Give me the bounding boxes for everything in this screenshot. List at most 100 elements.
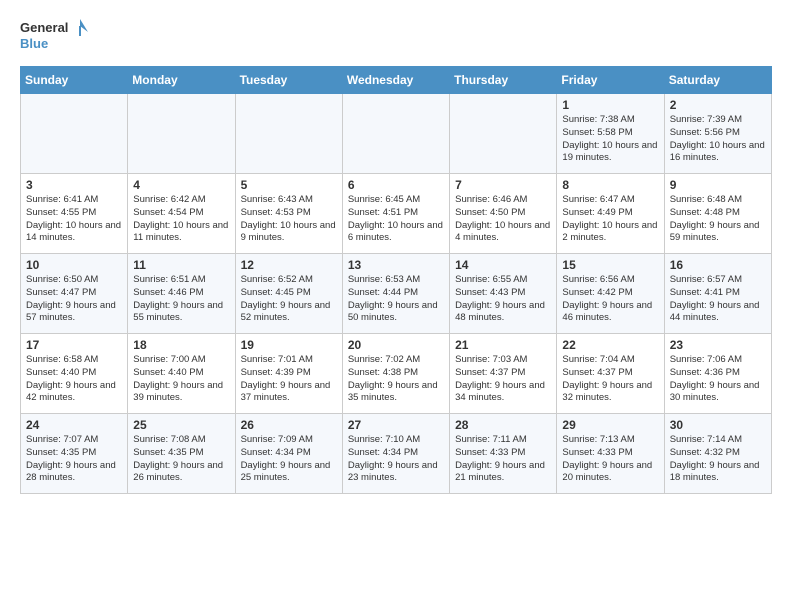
calendar-cell: 15 Sunrise: 6:56 AM Sunset: 4:42 PM Dayli… xyxy=(557,254,664,334)
calendar-cell: 23 Sunrise: 7:06 AM Sunset: 4:36 PM Dayli… xyxy=(664,334,771,414)
day-number: 22 xyxy=(562,338,658,352)
day-number: 26 xyxy=(241,418,337,432)
calendar-cell: 4 Sunrise: 6:42 AM Sunset: 4:54 PM Daylig… xyxy=(128,174,235,254)
day-info: Sunrise: 6:41 AM Sunset: 4:55 PM Dayligh… xyxy=(26,194,122,245)
calendar-cell: 30Sunrise: 7:14 AM Sunset: 4:32 PM Dayli… xyxy=(664,414,771,494)
day-number: 28 xyxy=(455,418,551,432)
calendar-cell: 1 Sunrise: 7:38 AM Sunset: 5:58 PM Daylig… xyxy=(557,94,664,174)
day-number: 11 xyxy=(133,258,229,272)
calendar-cell: 21 Sunrise: 7:03 AM Sunset: 4:37 PM Dayli… xyxy=(450,334,557,414)
day-number: 25 xyxy=(133,418,229,432)
day-info: Sunrise: 7:14 AM Sunset: 4:32 PM Dayligh… xyxy=(670,434,766,485)
calendar-cell: 5 Sunrise: 6:43 AM Sunset: 4:53 PM Daylig… xyxy=(235,174,342,254)
day-info: Sunrise: 7:02 AM Sunset: 4:38 PM Dayligh… xyxy=(348,354,444,405)
calendar-cell: 10Sunrise: 6:50 AM Sunset: 4:47 PM Dayli… xyxy=(21,254,128,334)
day-number: 5 xyxy=(241,178,337,192)
day-info: Sunrise: 6:57 AM Sunset: 4:41 PM Dayligh… xyxy=(670,274,766,325)
day-info: Sunrise: 6:42 AM Sunset: 4:54 PM Dayligh… xyxy=(133,194,229,245)
day-info: Sunrise: 6:56 AM Sunset: 4:42 PM Dayligh… xyxy=(562,274,658,325)
day-number: 19 xyxy=(241,338,337,352)
calendar-cell xyxy=(342,94,449,174)
day-number: 1 xyxy=(562,98,658,112)
calendar-week-row: 17 Sunrise: 6:58 AM Sunset: 4:40 PM Dayli… xyxy=(21,334,772,414)
day-number: 21 xyxy=(455,338,551,352)
logo-svg: General Blue xyxy=(20,16,90,58)
calendar-cell: 14Sunrise: 6:55 AM Sunset: 4:43 PM Dayli… xyxy=(450,254,557,334)
calendar-cell: 8Sunrise: 6:47 AM Sunset: 4:49 PM Daylig… xyxy=(557,174,664,254)
day-info: Sunrise: 7:13 AM Sunset: 4:33 PM Dayligh… xyxy=(562,434,658,485)
calendar-header-row: SundayMondayTuesdayWednesdayThursdayFrid… xyxy=(21,67,772,94)
day-info: Sunrise: 6:48 AM Sunset: 4:48 PM Dayligh… xyxy=(670,194,766,245)
day-number: 20 xyxy=(348,338,444,352)
calendar-cell: 18 Sunrise: 7:00 AM Sunset: 4:40 PM Dayli… xyxy=(128,334,235,414)
header-thursday: Thursday xyxy=(450,67,557,94)
day-info: Sunrise: 7:10 AM Sunset: 4:34 PM Dayligh… xyxy=(348,434,444,485)
calendar-week-row: 1 Sunrise: 7:38 AM Sunset: 5:58 PM Daylig… xyxy=(21,94,772,174)
day-info: Sunrise: 7:09 AM Sunset: 4:34 PM Dayligh… xyxy=(241,434,337,485)
calendar-week-row: 3 Sunrise: 6:41 AM Sunset: 4:55 PM Daylig… xyxy=(21,174,772,254)
svg-text:General: General xyxy=(20,20,68,35)
day-info: Sunrise: 6:53 AM Sunset: 4:44 PM Dayligh… xyxy=(348,274,444,325)
day-info: Sunrise: 7:01 AM Sunset: 4:39 PM Dayligh… xyxy=(241,354,337,405)
day-number: 23 xyxy=(670,338,766,352)
day-number: 2 xyxy=(670,98,766,112)
day-info: Sunrise: 6:45 AM Sunset: 4:51 PM Dayligh… xyxy=(348,194,444,245)
header-friday: Friday xyxy=(557,67,664,94)
day-info: Sunrise: 7:00 AM Sunset: 4:40 PM Dayligh… xyxy=(133,354,229,405)
day-number: 13 xyxy=(348,258,444,272)
day-number: 27 xyxy=(348,418,444,432)
day-info: Sunrise: 6:46 AM Sunset: 4:50 PM Dayligh… xyxy=(455,194,551,245)
header-monday: Monday xyxy=(128,67,235,94)
day-info: Sunrise: 6:47 AM Sunset: 4:49 PM Dayligh… xyxy=(562,194,658,245)
day-info: Sunrise: 6:51 AM Sunset: 4:46 PM Dayligh… xyxy=(133,274,229,325)
calendar-week-row: 24 Sunrise: 7:07 AM Sunset: 4:35 PM Dayli… xyxy=(21,414,772,494)
day-number: 18 xyxy=(133,338,229,352)
page-header: General Blue xyxy=(20,16,772,58)
day-number: 3 xyxy=(26,178,122,192)
calendar-cell xyxy=(450,94,557,174)
day-info: Sunrise: 7:39 AM Sunset: 5:56 PM Dayligh… xyxy=(670,114,766,165)
day-number: 7 xyxy=(455,178,551,192)
day-number: 10 xyxy=(26,258,122,272)
day-info: Sunrise: 6:43 AM Sunset: 4:53 PM Dayligh… xyxy=(241,194,337,245)
calendar-cell: 25 Sunrise: 7:08 AM Sunset: 4:35 PM Dayli… xyxy=(128,414,235,494)
calendar-cell: 22 Sunrise: 7:04 AM Sunset: 4:37 PM Dayli… xyxy=(557,334,664,414)
calendar-cell: 26 Sunrise: 7:09 AM Sunset: 4:34 PM Dayli… xyxy=(235,414,342,494)
day-info: Sunrise: 7:08 AM Sunset: 4:35 PM Dayligh… xyxy=(133,434,229,485)
day-info: Sunrise: 6:58 AM Sunset: 4:40 PM Dayligh… xyxy=(26,354,122,405)
calendar-cell: 6 Sunrise: 6:45 AM Sunset: 4:51 PM Daylig… xyxy=(342,174,449,254)
calendar-cell: 12 Sunrise: 6:52 AM Sunset: 4:45 PM Dayli… xyxy=(235,254,342,334)
svg-text:Blue: Blue xyxy=(20,36,48,51)
day-number: 24 xyxy=(26,418,122,432)
day-info: Sunrise: 7:06 AM Sunset: 4:36 PM Dayligh… xyxy=(670,354,766,405)
day-info: Sunrise: 6:52 AM Sunset: 4:45 PM Dayligh… xyxy=(241,274,337,325)
calendar-cell xyxy=(128,94,235,174)
logo: General Blue xyxy=(20,16,90,58)
calendar-cell: 20 Sunrise: 7:02 AM Sunset: 4:38 PM Dayli… xyxy=(342,334,449,414)
calendar-cell: 24 Sunrise: 7:07 AM Sunset: 4:35 PM Dayli… xyxy=(21,414,128,494)
calendar-cell: 28 Sunrise: 7:11 AM Sunset: 4:33 PM Dayli… xyxy=(450,414,557,494)
day-number: 15 xyxy=(562,258,658,272)
day-info: Sunrise: 7:11 AM Sunset: 4:33 PM Dayligh… xyxy=(455,434,551,485)
calendar-cell: 13 Sunrise: 6:53 AM Sunset: 4:44 PM Dayli… xyxy=(342,254,449,334)
calendar-cell xyxy=(235,94,342,174)
calendar-cell: 7 Sunrise: 6:46 AM Sunset: 4:50 PM Daylig… xyxy=(450,174,557,254)
day-number: 6 xyxy=(348,178,444,192)
day-info: Sunrise: 7:07 AM Sunset: 4:35 PM Dayligh… xyxy=(26,434,122,485)
day-info: Sunrise: 7:38 AM Sunset: 5:58 PM Dayligh… xyxy=(562,114,658,165)
header-saturday: Saturday xyxy=(664,67,771,94)
header-sunday: Sunday xyxy=(21,67,128,94)
day-number: 12 xyxy=(241,258,337,272)
day-info: Sunrise: 7:03 AM Sunset: 4:37 PM Dayligh… xyxy=(455,354,551,405)
day-info: Sunrise: 7:04 AM Sunset: 4:37 PM Dayligh… xyxy=(562,354,658,405)
header-tuesday: Tuesday xyxy=(235,67,342,94)
day-number: 29 xyxy=(562,418,658,432)
calendar-cell: 19 Sunrise: 7:01 AM Sunset: 4:39 PM Dayli… xyxy=(235,334,342,414)
day-number: 17 xyxy=(26,338,122,352)
calendar-cell: 2 Sunrise: 7:39 AM Sunset: 5:56 PM Daylig… xyxy=(664,94,771,174)
header-wednesday: Wednesday xyxy=(342,67,449,94)
calendar-table: SundayMondayTuesdayWednesdayThursdayFrid… xyxy=(20,66,772,494)
day-number: 9 xyxy=(670,178,766,192)
day-number: 4 xyxy=(133,178,229,192)
calendar-cell: 17 Sunrise: 6:58 AM Sunset: 4:40 PM Dayli… xyxy=(21,334,128,414)
